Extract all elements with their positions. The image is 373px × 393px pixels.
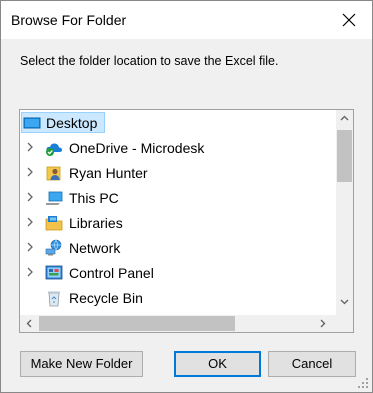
chevron-right-icon[interactable] [25,217,35,227]
make-new-folder-button[interactable]: Make New Folder [20,351,143,377]
chevron-right-icon[interactable] [25,192,35,202]
tree-item-recycle-bin[interactable]: Recycle Bin [20,286,334,309]
window-title: Browse For Folder [11,12,127,28]
tree-item-label: Network [69,240,121,256]
tree-item-label: OneDrive - Microdesk [69,140,205,156]
tree-item-libraries[interactable]: Libraries [20,211,334,234]
network-icon [45,239,62,256]
chevron-right-icon[interactable] [25,242,35,252]
chevron-right-icon[interactable] [25,142,35,152]
resize-grip-icon[interactable] [357,377,369,389]
control-panel-icon [45,265,63,280]
vertical-scroll-thumb[interactable] [337,130,352,182]
scroll-left-icon[interactable] [26,319,32,328]
scroll-right-icon[interactable] [320,319,326,328]
tree-item-label: Control Panel [69,265,154,281]
user-folder-icon [46,166,61,181]
tree-item-onedrive[interactable]: OneDrive - Microdesk [20,136,334,159]
chevron-right-icon[interactable] [25,167,35,177]
instruction-text: Select the folder location to save the E… [20,54,279,68]
ok-button[interactable]: OK [174,351,261,377]
title-bar[interactable]: Browse For Folder [1,1,372,39]
cancel-button[interactable]: Cancel [268,351,356,377]
tree-item-this-pc[interactable]: This PC [20,186,334,209]
desktop-icon [23,117,41,129]
scroll-up-icon[interactable] [340,115,349,121]
chevron-right-icon[interactable] [25,267,35,277]
tree-item-control-panel[interactable]: Control Panel [20,261,334,284]
tree-item-ryan-hunter[interactable]: Ryan Hunter [20,161,334,184]
onedrive-cloud-icon [46,143,62,156]
libraries-icon [45,216,63,231]
tree-item-label: Desktop [46,115,98,131]
computer-icon [46,191,63,205]
close-button[interactable] [326,1,372,39]
tree-item-label: Libraries [69,215,123,231]
tree-item-desktop[interactable]: Desktop [20,111,334,134]
scrollbar-corner [336,315,353,332]
tree-item-network[interactable]: Network [20,236,334,259]
tree-item-label: Ryan Hunter [69,165,148,181]
tree-item-label: This PC [69,190,119,206]
horizontal-scrollbar[interactable] [20,315,338,332]
recycle-bin-icon [48,291,60,307]
scroll-down-icon[interactable] [340,299,349,305]
close-icon [342,13,356,27]
folder-tree[interactable]: Desktop OneDrive - Microdesk Ryan Hunter… [19,109,354,333]
tree-item-label: Recycle Bin [69,290,143,306]
vertical-scrollbar[interactable] [336,110,353,316]
horizontal-scroll-thumb[interactable] [39,316,235,331]
browse-for-folder-dialog: Browse For Folder Select the folder loca… [0,0,373,393]
